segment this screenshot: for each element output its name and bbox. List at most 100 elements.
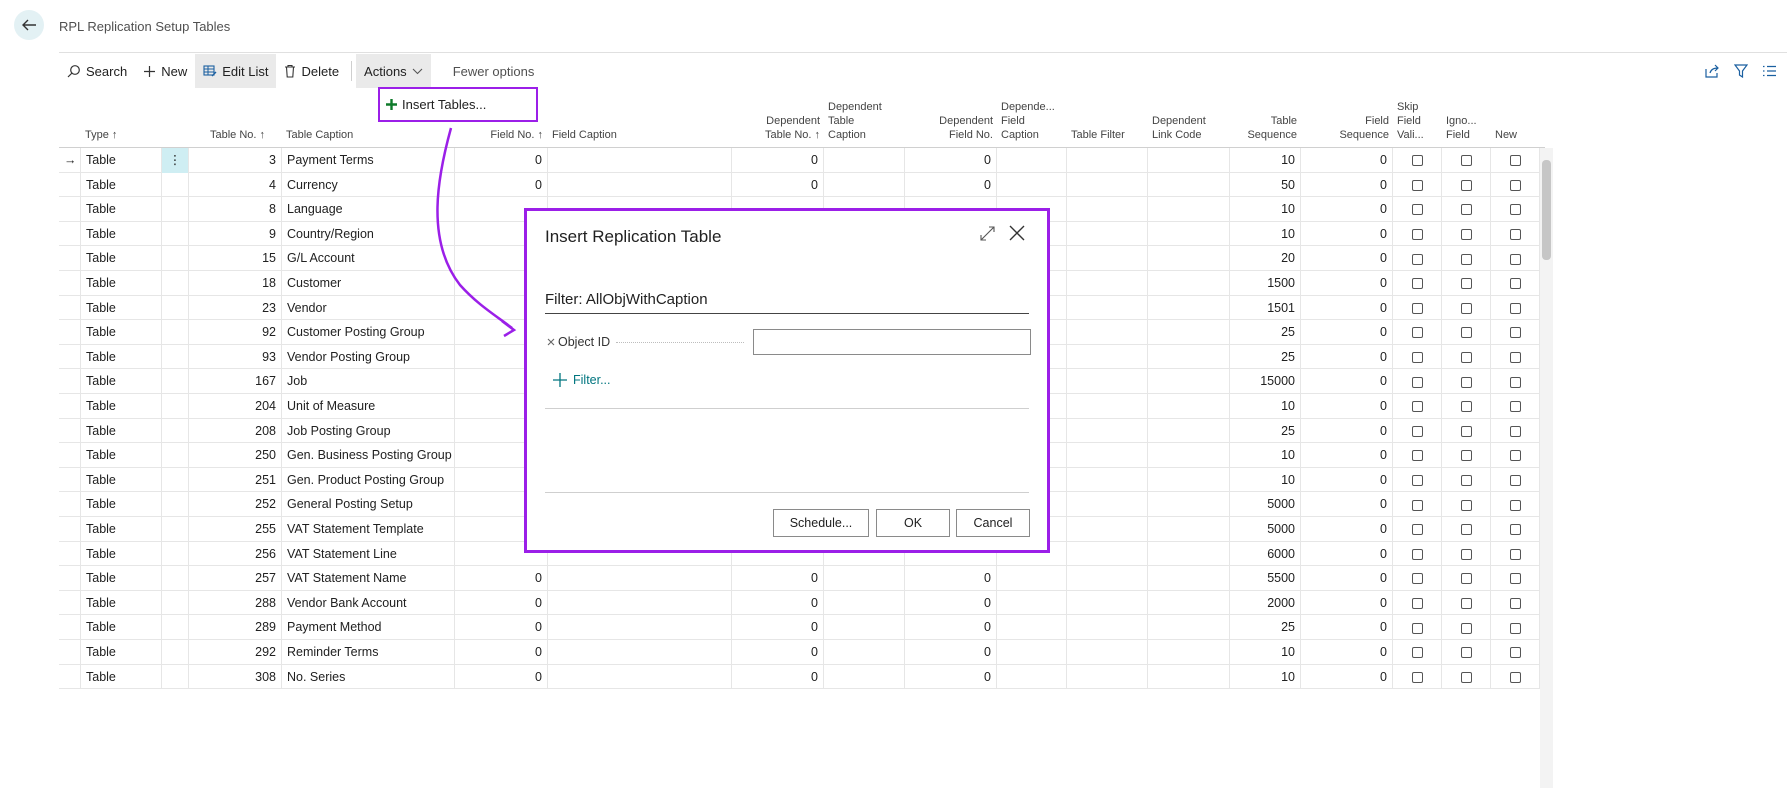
table-sequence-cell[interactable]: 25 (1230, 418, 1301, 444)
col-dependent-field-no[interactable]: Dependent Field No. (905, 88, 997, 148)
type-cell[interactable]: Table (81, 590, 162, 616)
table-no-cell[interactable]: 9 (189, 221, 282, 247)
checkbox[interactable] (1411, 401, 1423, 413)
dependent-link-code-cell[interactable] (1148, 467, 1230, 493)
field-no-cell[interactable]: 0 (455, 172, 548, 198)
table-sequence-cell[interactable]: 10 (1230, 467, 1301, 493)
dependent-link-code-cell[interactable] (1148, 615, 1230, 640)
ignore-field-checkbox[interactable] (1442, 640, 1491, 665)
skip-field-validation-checkbox[interactable] (1393, 517, 1442, 542)
table-caption-cell[interactable]: Vendor Posting Group (282, 344, 455, 370)
ignore-field-checkbox[interactable] (1442, 517, 1491, 542)
table-sequence-cell[interactable]: 25 (1230, 615, 1301, 640)
ignore-field-checkbox[interactable] (1442, 394, 1491, 419)
filter-icon[interactable] (1734, 64, 1748, 78)
table-caption-cell[interactable]: General Posting Setup (282, 492, 455, 517)
type-cell[interactable]: Table (81, 418, 162, 444)
type-cell[interactable]: Table (81, 492, 162, 517)
dependent-table-caption-cell[interactable] (824, 615, 905, 640)
dependent-field-no-cell[interactable]: 0 (905, 615, 997, 640)
checkbox[interactable] (1411, 155, 1423, 167)
table-no-cell[interactable]: 292 (189, 640, 282, 665)
cancel-button[interactable]: Cancel (956, 509, 1030, 537)
checkbox[interactable] (1509, 425, 1521, 437)
dependent-table-caption-cell[interactable] (824, 566, 905, 591)
checkbox[interactable] (1509, 229, 1521, 240)
field-sequence-cell[interactable]: 0 (1301, 172, 1393, 198)
table-caption-cell[interactable]: Customer Posting Group (282, 320, 455, 345)
checkbox[interactable] (1460, 524, 1472, 536)
checkbox[interactable] (1460, 229, 1472, 240)
new-checkbox[interactable] (1491, 369, 1540, 394)
table-filter-cell[interactable] (1067, 467, 1148, 493)
table-sequence-cell[interactable]: 50 (1230, 172, 1301, 198)
table-caption-cell[interactable]: Reminder Terms (282, 640, 455, 665)
new-checkbox[interactable] (1491, 148, 1540, 173)
type-cell[interactable]: Table (81, 295, 162, 321)
add-filter-link[interactable]: Filter... (553, 373, 611, 387)
table-sequence-cell[interactable]: 5000 (1230, 517, 1301, 542)
dependent-link-code-cell[interactable] (1148, 246, 1230, 271)
checkbox[interactable] (1411, 278, 1423, 290)
checkbox[interactable] (1460, 450, 1472, 462)
dependent-link-code-cell[interactable] (1148, 590, 1230, 616)
dependent-link-code-cell[interactable] (1148, 148, 1230, 173)
ignore-field-checkbox[interactable] (1442, 369, 1491, 394)
checkbox[interactable] (1411, 499, 1423, 511)
col-type[interactable]: Type ↑ (81, 88, 161, 148)
table-filter-cell[interactable] (1067, 172, 1148, 198)
new-checkbox[interactable] (1491, 246, 1540, 271)
checkbox[interactable] (1411, 647, 1423, 659)
table-sequence-cell[interactable]: 1500 (1230, 271, 1301, 296)
skip-field-validation-checkbox[interactable] (1393, 467, 1442, 493)
checkbox[interactable] (1509, 278, 1521, 290)
table-no-cell[interactable]: 257 (189, 566, 282, 591)
dependent-field-no-cell[interactable]: 0 (905, 566, 997, 591)
table-caption-cell[interactable]: Gen. Product Posting Group (282, 467, 455, 493)
table-sequence-cell[interactable]: 25 (1230, 344, 1301, 370)
table-filter-cell[interactable] (1067, 369, 1148, 394)
col-dependent-link-code[interactable]: Dependent Link Code (1148, 88, 1230, 148)
dependent-field-caption-cell[interactable] (997, 615, 1067, 640)
table-caption-cell[interactable]: G/L Account (282, 246, 455, 271)
table-no-cell[interactable]: 288 (189, 590, 282, 616)
table-sequence-cell[interactable]: 10 (1230, 443, 1301, 468)
edit-list-button[interactable]: Edit List (195, 54, 277, 88)
share-icon[interactable] (1704, 64, 1720, 78)
new-checkbox[interactable] (1491, 467, 1540, 493)
delete-button[interactable]: Delete (276, 54, 347, 88)
table-filter-cell[interactable] (1067, 443, 1148, 468)
ignore-field-checkbox[interactable] (1442, 271, 1491, 296)
col-dependent-table-caption[interactable]: Dependent Table Caption (824, 88, 905, 148)
table-filter-cell[interactable] (1067, 492, 1148, 517)
scrollbar-thumb[interactable] (1542, 160, 1551, 260)
checkbox[interactable] (1411, 425, 1423, 437)
checkbox[interactable] (1460, 155, 1472, 167)
new-checkbox[interactable] (1491, 541, 1540, 567)
dependent-table-caption-cell[interactable] (824, 664, 905, 690)
schedule-button[interactable]: Schedule... (773, 509, 869, 537)
skip-field-validation-checkbox[interactable] (1393, 246, 1442, 271)
dependent-link-code-cell[interactable] (1148, 541, 1230, 567)
skip-field-validation-checkbox[interactable] (1393, 418, 1442, 444)
field-sequence-cell[interactable]: 0 (1301, 148, 1393, 173)
field-sequence-cell[interactable]: 0 (1301, 394, 1393, 419)
table-filter-cell[interactable] (1067, 394, 1148, 419)
ignore-field-checkbox[interactable] (1442, 344, 1491, 370)
table-row[interactable]: Table 4 Currency 0 0 0 50 0 (59, 172, 1545, 198)
field-sequence-cell[interactable]: 0 (1301, 443, 1393, 468)
table-no-cell[interactable]: 93 (189, 344, 282, 370)
new-checkbox[interactable] (1491, 566, 1540, 591)
new-checkbox[interactable] (1491, 615, 1540, 640)
dependent-table-caption-cell[interactable] (824, 640, 905, 665)
skip-field-validation-checkbox[interactable] (1393, 148, 1442, 173)
dependent-table-no-cell[interactable]: 0 (732, 172, 824, 198)
ignore-field-checkbox[interactable] (1442, 541, 1491, 567)
col-field-caption[interactable]: Field Caption (548, 88, 731, 148)
dependent-link-code-cell[interactable] (1148, 320, 1230, 345)
dependent-link-code-cell[interactable] (1148, 221, 1230, 247)
checkbox[interactable] (1460, 548, 1472, 560)
table-no-cell[interactable]: 308 (189, 664, 282, 690)
checkbox[interactable] (1509, 302, 1521, 314)
col-table-filter[interactable]: Table Filter (1067, 88, 1148, 148)
